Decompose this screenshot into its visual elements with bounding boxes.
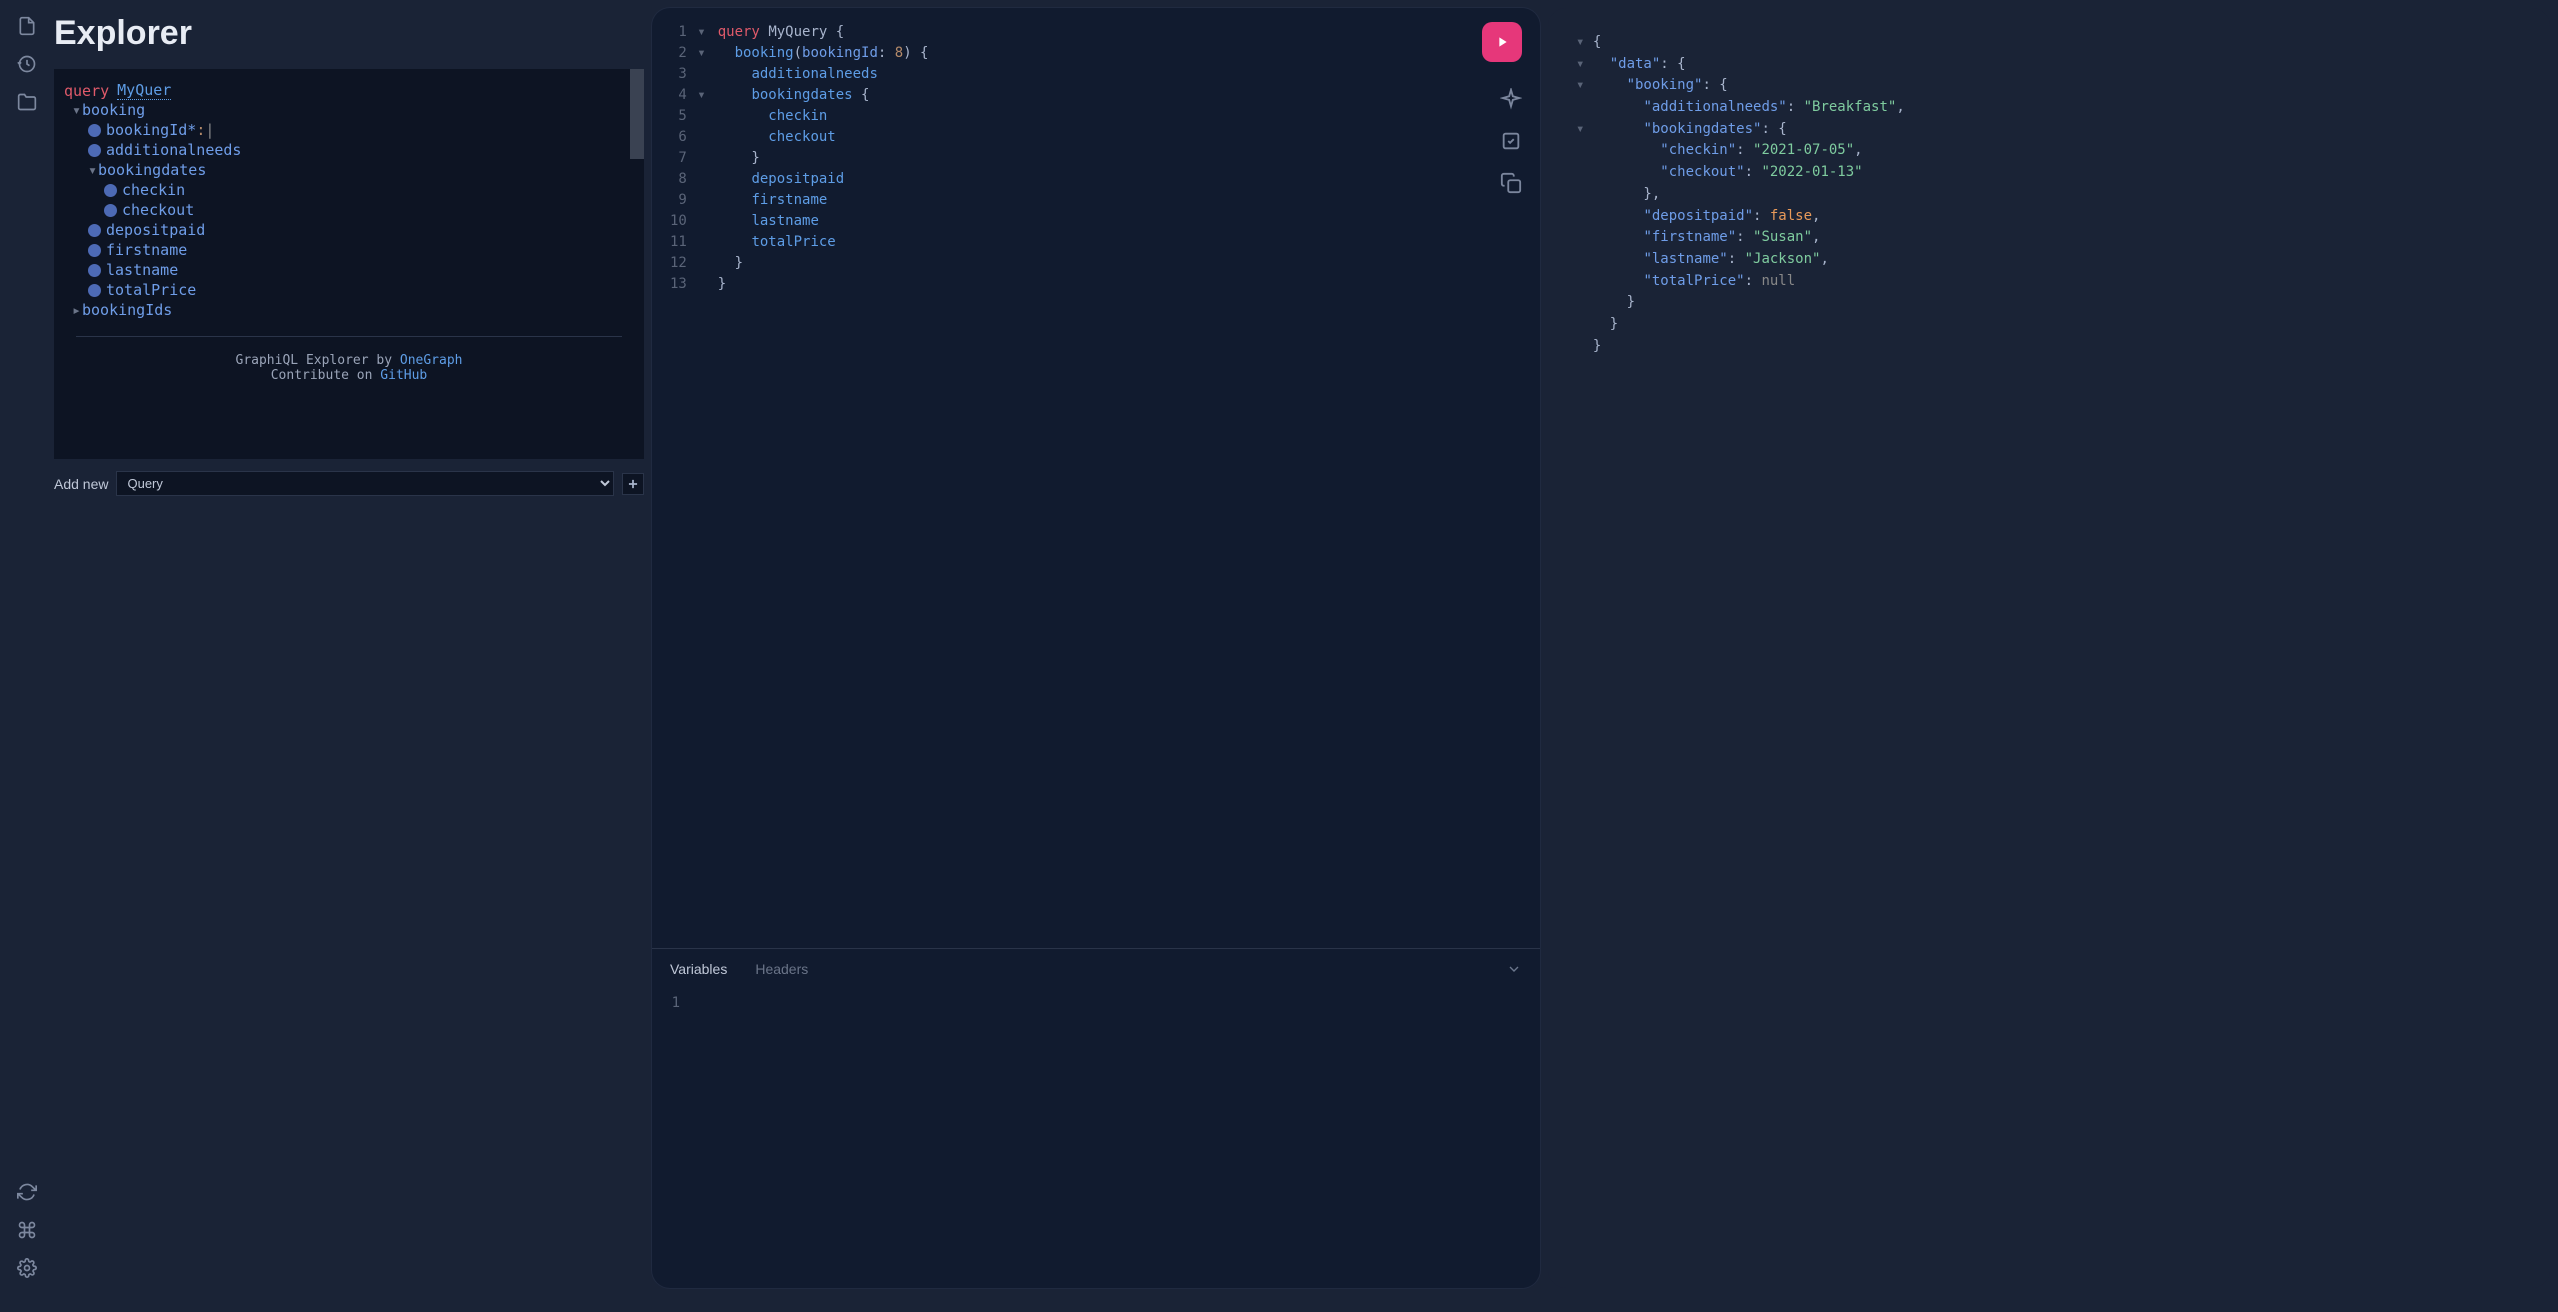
tree-item-checkin[interactable]: checkin bbox=[64, 180, 634, 200]
copy-icon[interactable] bbox=[1500, 172, 1522, 194]
add-new-button[interactable] bbox=[622, 473, 644, 495]
explorer-tree: query MyQuer ▾bookingbookingId*: |additi… bbox=[54, 69, 644, 459]
add-new-select[interactable]: Query bbox=[116, 471, 614, 496]
query-name-input[interactable]: MyQuer bbox=[117, 81, 171, 100]
execute-button[interactable] bbox=[1482, 22, 1522, 62]
tab-variables[interactable]: Variables bbox=[670, 961, 727, 977]
folder-icon[interactable] bbox=[17, 92, 37, 112]
tree-item-totalPrice[interactable]: totalPrice bbox=[64, 280, 634, 300]
shortcuts-icon[interactable] bbox=[17, 1220, 37, 1240]
tree-item-depositpaid[interactable]: depositpaid bbox=[64, 220, 634, 240]
tree-item-firstname[interactable]: firstname bbox=[64, 240, 634, 260]
explorer-title: Explorer bbox=[54, 0, 644, 69]
tree-item-bookingIds[interactable]: ▸bookingIds bbox=[64, 300, 634, 320]
explorer-panel: Explorer query MyQuer ▾bookingbookingId*… bbox=[54, 0, 644, 1312]
query-editor-panel: 1 ▾2 ▾3 4 ▾5 6 7 8 9 10 11 12 13 query M… bbox=[652, 8, 1540, 1288]
chevron-down-icon[interactable] bbox=[1506, 961, 1522, 977]
editor-gutter: 1 ▾2 ▾3 4 ▾5 6 7 8 9 10 11 12 13 bbox=[670, 22, 718, 934]
tree-item-booking[interactable]: ▾booking bbox=[64, 100, 634, 120]
onegraph-link[interactable]: OneGraph bbox=[400, 353, 463, 368]
tree-item-checkout[interactable]: checkout bbox=[64, 200, 634, 220]
merge-icon[interactable] bbox=[1500, 130, 1522, 152]
prettify-icon[interactable] bbox=[1500, 88, 1522, 110]
explorer-credit: GraphiQL Explorer by OneGraph Contribute… bbox=[64, 353, 634, 393]
tree-item-bookingId[interactable]: bookingId*: | bbox=[64, 120, 634, 140]
docs-icon[interactable] bbox=[17, 16, 37, 36]
scrollbar[interactable] bbox=[630, 69, 644, 159]
query-editor[interactable]: query MyQuery { booking(bookingId: 8) { … bbox=[718, 22, 929, 934]
tab-headers[interactable]: Headers bbox=[755, 961, 808, 977]
settings-icon[interactable] bbox=[17, 1258, 37, 1278]
tree-item-lastname[interactable]: lastname bbox=[64, 260, 634, 280]
refresh-icon[interactable] bbox=[17, 1182, 37, 1202]
github-link[interactable]: GitHub bbox=[380, 368, 427, 383]
icon-bar bbox=[0, 0, 54, 1312]
tree-item-bookingdates[interactable]: ▾bookingdates bbox=[64, 160, 634, 180]
results-panel: ▾ {▾ "data": {▾ "booking": { "additional… bbox=[1548, 8, 2550, 1288]
tree-item-additionalneeds[interactable]: additionalneeds bbox=[64, 140, 634, 160]
query-keyword: query bbox=[64, 82, 109, 100]
add-new-label: Add new bbox=[54, 476, 108, 492]
variables-editor[interactable]: 1 bbox=[670, 993, 1522, 1014]
history-icon[interactable] bbox=[17, 54, 37, 74]
